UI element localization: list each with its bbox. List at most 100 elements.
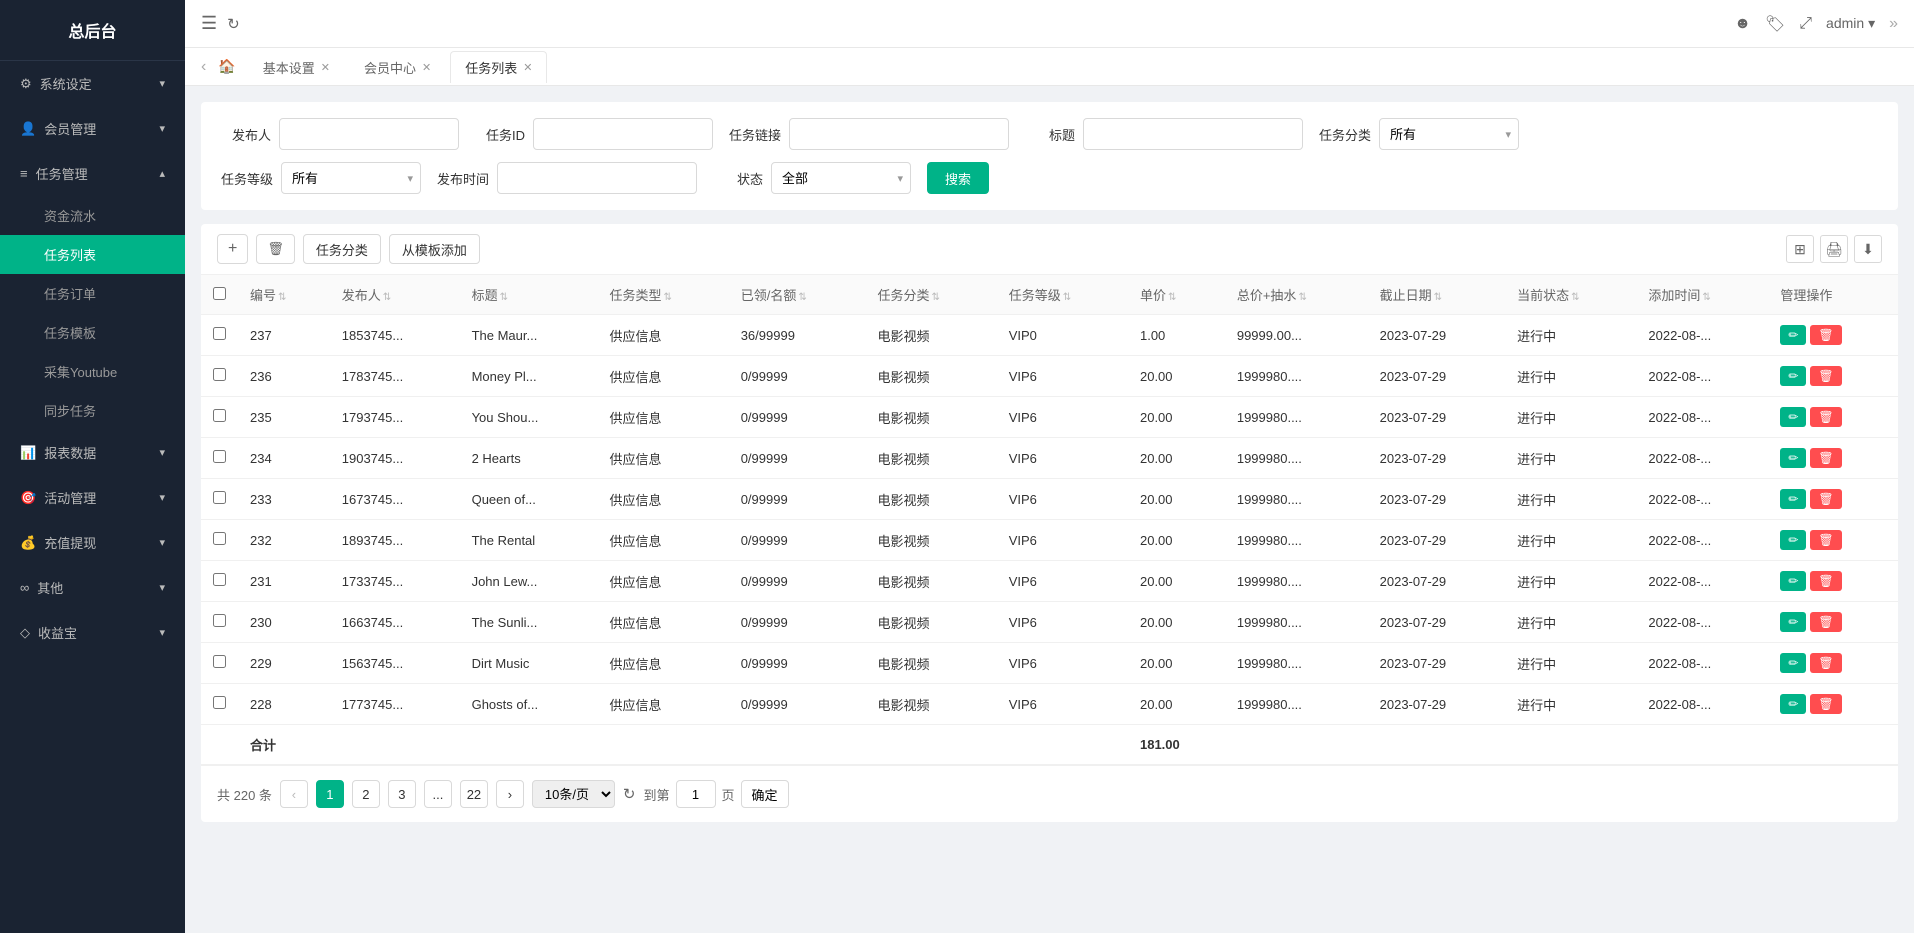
row-checkbox-8[interactable] [213,655,226,668]
row-checkbox-3[interactable] [213,450,226,463]
page-size-select[interactable]: 10条/页 20条/页 50条/页 [532,780,615,808]
back-btn[interactable]: ‹ [201,58,206,76]
row-checkbox-0[interactable] [213,327,226,340]
edit-button-5[interactable]: ✏ [1780,530,1806,550]
delete-button-4[interactable]: 🗑 [1810,489,1841,509]
tag-icon[interactable]: 🏷 [1765,14,1785,34]
row-checkbox-6[interactable] [213,573,226,586]
delete-button-2[interactable]: 🗑 [1810,407,1841,427]
cell-total: 1999980.... [1225,561,1368,602]
page-2-btn[interactable]: 2 [352,780,380,808]
cell-deadline: 2023-07-29 [1368,684,1505,725]
delete-button-9[interactable]: 🗑 [1810,694,1841,714]
edit-button-3[interactable]: ✏ [1780,448,1806,468]
edit-button-0[interactable]: ✏ [1780,325,1806,345]
template-button[interactable]: 从模板添加 [389,234,480,264]
search-button[interactable]: 搜索 [927,162,989,194]
row-checkbox-2[interactable] [213,409,226,422]
row-checkbox-9[interactable] [213,696,226,709]
edit-button-4[interactable]: ✏ [1780,489,1806,509]
edit-button-6[interactable]: ✏ [1780,571,1806,591]
cell-quota: 0/99999 [729,479,866,520]
jumper-confirm[interactable]: 确定 [741,780,789,808]
batch-delete-button[interactable]: 🗑 [256,234,295,264]
sidebar-item-sync-task[interactable]: 同步任务 [0,391,185,430]
table-row: 236 1783745... Money Pl... 供应信息 0/99999 … [201,356,1898,397]
delete-button-5[interactable]: 🗑 [1810,530,1841,550]
edit-button-8[interactable]: ✏ [1780,653,1806,673]
cell-total: 1999980.... [1225,520,1368,561]
tab-basic[interactable]: 基本设置 ✕ [248,51,345,83]
status-select[interactable]: 全部 进行中 已结束 暂停 [771,162,911,194]
delete-button-0[interactable]: 🗑 [1810,325,1841,345]
sidebar-item-report[interactable]: 📊 报表数据 ▾ [0,430,185,475]
row-checkbox-1[interactable] [213,368,226,381]
cell-deadline: 2023-07-29 [1368,315,1505,356]
sidebar-item-task-order[interactable]: 任务订单 [0,274,185,313]
row-checkbox-4[interactable] [213,491,226,504]
table-foot: 合计 181.00 [201,725,1898,765]
next-page-btn[interactable]: › [496,780,524,808]
right-arrow[interactable]: » [1889,15,1898,33]
tab-basic-close[interactable]: ✕ [321,61,330,74]
row-checkbox-5[interactable] [213,532,226,545]
classify-button[interactable]: 任务分类 [303,234,381,264]
delete-button-3[interactable]: 🗑 [1810,448,1841,468]
sidebar-item-funds[interactable]: 资金流水 [0,196,185,235]
tab-task-list[interactable]: 任务列表 ✕ [450,51,547,83]
add-button[interactable]: + [217,234,248,264]
taskid-label: 任务ID [475,125,525,144]
edit-button-1[interactable]: ✏ [1780,366,1806,386]
sidebar-item-activity[interactable]: 🎯 活动管理 ▾ [0,475,185,520]
export-icon[interactable]: ⬇ [1854,235,1882,263]
user-info[interactable]: admin ▾ [1826,15,1875,32]
sidebar-item-collect-youtube[interactable]: 采集Youtube [0,352,185,391]
tasklevel-select[interactable]: 所有 VIP0VIP1VIP2 VIP3VIP4VIP5VIP6 [281,162,421,194]
jumper-input[interactable] [676,780,716,808]
sidebar-item-recharge[interactable]: 💰 充值提现 ▾ [0,520,185,565]
face-icon[interactable]: ☻ [1734,15,1751,33]
sidebar-item-task-template[interactable]: 任务模板 [0,313,185,352]
print-icon[interactable]: 🖨 [1820,235,1848,263]
sidebar-item-profit[interactable]: ◇ 收益宝 ▾ [0,610,185,655]
tab-member[interactable]: 会员中心 ✕ [349,51,446,83]
cell-type: 供应信息 [597,356,728,397]
page-refresh-icon[interactable]: ↻ [623,785,636,803]
row-checkbox-7[interactable] [213,614,226,627]
sidebar-item-task-mgmt[interactable]: ≡ 任务管理 ▴ [0,151,185,196]
prev-page-btn[interactable]: ‹ [280,780,308,808]
select-all-checkbox[interactable] [213,287,226,300]
table-toolbar: + 🗑 任务分类 从模板添加 ⊞ 🖨 ⬇ [201,224,1898,275]
home-tab[interactable]: 🏠 [210,52,243,81]
sidebar-label-report: 报表数据 [44,443,96,462]
edit-button-9[interactable]: ✏ [1780,694,1806,714]
edit-button-2[interactable]: ✏ [1780,407,1806,427]
arrow-icon-member: ▾ [159,122,165,135]
fullscreen-icon[interactable]: ⤢ [1799,15,1812,33]
taskid-input[interactable] [533,118,713,150]
page-22-btn[interactable]: 22 [460,780,488,808]
delete-button-6[interactable]: 🗑 [1810,571,1841,591]
edit-button-7[interactable]: ✏ [1780,612,1806,632]
publishtime-input[interactable] [497,162,697,194]
sidebar-item-task-list[interactable]: 任务列表 [0,235,185,274]
taskcat-select[interactable]: 所有 电影视频 音乐 其他 [1379,118,1519,150]
publisher-input[interactable] [279,118,459,150]
sidebar-item-member-mgmt[interactable]: 👤 会员管理 ▾ [0,106,185,151]
table-row: 234 1903745... 2 Hearts 供应信息 0/99999 电影视… [201,438,1898,479]
delete-button-7[interactable]: 🗑 [1810,612,1841,632]
sidebar-item-other[interactable]: ∞ 其他 ▾ [0,565,185,610]
row-checkbox-cell [201,602,238,643]
tab-member-close[interactable]: ✕ [422,61,431,74]
title-input[interactable] [1083,118,1303,150]
grid-view-icon[interactable]: ⊞ [1786,235,1814,263]
page-3-btn[interactable]: 3 [388,780,416,808]
tasklink-input[interactable] [789,118,1009,150]
refresh-icon[interactable]: ↻ [227,15,240,33]
page-1-btn[interactable]: 1 [316,780,344,808]
tab-task-list-close[interactable]: ✕ [523,61,532,74]
delete-button-1[interactable]: 🗑 [1810,366,1841,386]
delete-button-8[interactable]: 🗑 [1810,653,1841,673]
hamburger-icon[interactable]: ☰ [201,13,217,34]
sidebar-item-system[interactable]: ⚙ 系统设定 ▾ [0,61,185,106]
